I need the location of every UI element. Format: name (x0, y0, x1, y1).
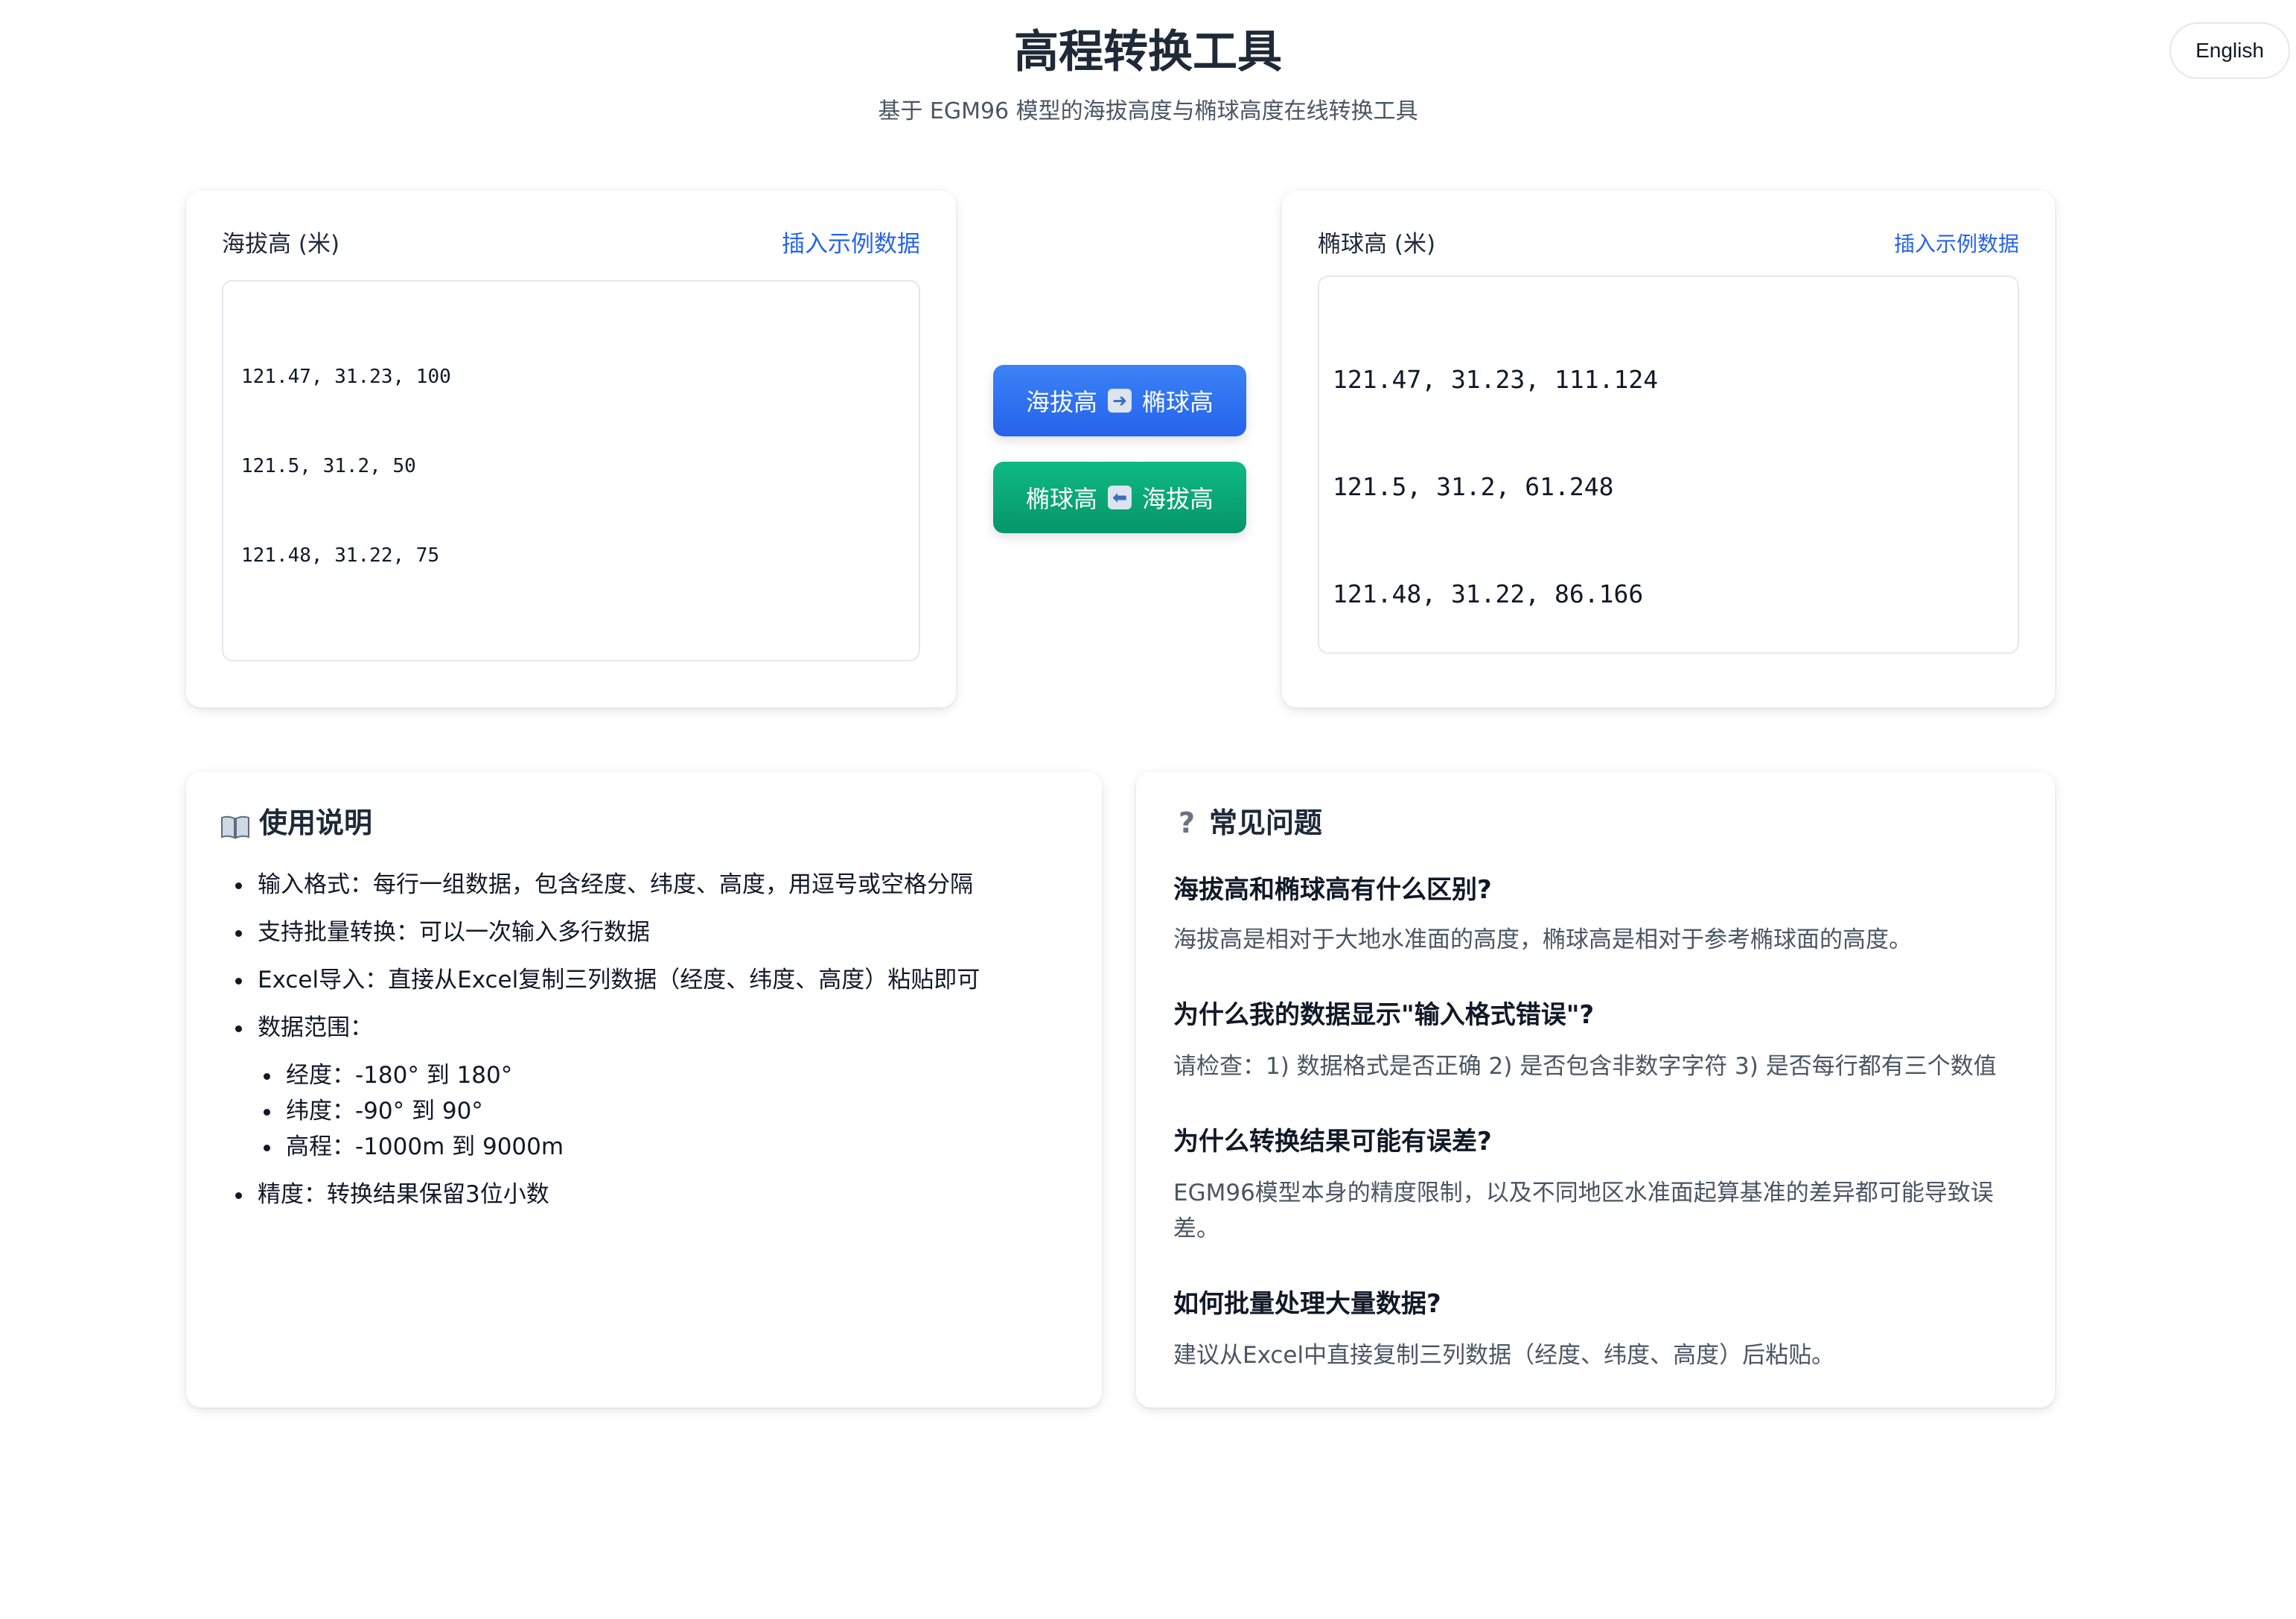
range-heading: 数据范围： (258, 1014, 373, 1041)
convert-to-ellipsoid-button[interactable]: 海拔高 ➜ 椭球高 (993, 365, 1246, 436)
faq-answer: 海拔高是相对于大地水准面的高度，椭球高是相对于参考椭球面的高度。 (1173, 926, 1912, 953)
book-icon (220, 810, 250, 839)
faq-question: 为什么我的数据显示"输入格式错误"? (1173, 1000, 1595, 1030)
instructions-card: 使用说明 输入格式：每行一组数据，包含经度、纬度、高度，用逗号或空格分隔 支持批… (186, 772, 1102, 1408)
instructions-list: 输入格式：每行一组数据，包含经度、纬度、高度，用逗号或空格分隔 支持批量转换：可… (229, 868, 1071, 1226)
faq-card: ? 常见问题 海拔高和椭球高有什么区别? 海拔高是相对于大地水准面的高度，椭球高… (1136, 772, 2055, 1408)
page: 高程转换工具 基于 EGM96 模型的海拔高度与椭球高度在线转换工具 Engli… (0, 0, 2296, 1619)
orthometric-input[interactable]: 121.47, 31.23, 100 121.5, 31.2, 50 121.4… (222, 280, 920, 661)
faq-question: 为什么转换结果可能有误差? (1173, 1127, 1492, 1157)
input-line: 121.47, 31.23, 100 (241, 366, 451, 388)
orthometric-label: 海拔高 (米) (222, 231, 340, 258)
list-item: 精度：转换结果保留3位小数 (229, 1178, 1071, 1211)
output-line: 121.5, 31.2, 61.248 (1333, 472, 1614, 501)
list-item: Excel导入：直接从Excel复制三列数据（经度、纬度、高度）粘贴即可 (229, 964, 1071, 996)
orthometric-card: 海拔高 (米) 插入示例数据 121.47, 31.23, 100 121.5,… (186, 191, 956, 707)
input-line: 121.5, 31.2, 50 (241, 455, 416, 477)
list-item: 经度：-180° 到 180° (258, 1059, 1071, 1092)
question-icon: ? (1178, 807, 1196, 839)
range-sublist: 经度：-180° 到 180° 纬度：-90° 到 90° 高程：-1000m … (258, 1059, 1071, 1163)
list-item: 数据范围： 经度：-180° 到 180° 纬度：-90° 到 90° 高程：-… (229, 1011, 1071, 1163)
faq-answer: 请检查：1) 数据格式是否正确 2) 是否包含非数字字符 3) 是否每行都有三个… (1173, 1053, 1997, 1080)
faq-answer: EGM96模型本身的精度限制，以及不同地区水准面起算基准的差异都可能导致误差。 (1173, 1180, 1994, 1242)
instructions-title: 使用说明 (220, 803, 372, 843)
button-label-to: 海拔高 (1142, 485, 1214, 513)
insert-sample-link-left[interactable]: 插入示例数据 (782, 228, 920, 261)
convert-to-orthometric-button[interactable]: 椭球高 ⬅ 海拔高 (993, 462, 1246, 533)
input-line: 121.48, 31.22, 75 (241, 544, 440, 567)
output-line: 121.47, 31.23, 111.124 (1333, 365, 1659, 394)
faq-title-text: 常见问题 (1209, 807, 1323, 839)
arrow-right-icon: ➜ (1108, 389, 1132, 413)
faq-title: ? 常见问题 (1173, 803, 1322, 843)
button-label-from: 椭球高 (1025, 485, 1097, 513)
instructions-title-text: 使用说明 (259, 807, 373, 839)
list-item: 输入格式：每行一组数据，包含经度、纬度、高度，用逗号或空格分隔 (229, 868, 1071, 901)
list-item: 支持批量转换：可以一次输入多行数据 (229, 916, 1071, 949)
list-item: 纬度：-90° 到 90° (258, 1095, 1071, 1127)
faq-answer: 建议从Excel中直接复制三列数据（经度、纬度、高度）后粘贴。 (1173, 1342, 1835, 1369)
output-line: 121.48, 31.22, 86.166 (1333, 579, 1644, 608)
arrow-left-icon: ⬅ (1108, 486, 1132, 509)
faq-question: 如何批量处理大量数据? (1173, 1289, 1441, 1319)
page-subtitle: 基于 EGM96 模型的海拔高度与椭球高度在线转换工具 (878, 98, 1418, 124)
button-label-from: 海拔高 (1025, 388, 1097, 416)
button-label-to: 椭球高 (1142, 388, 1214, 416)
ellipsoid-label: 椭球高 (米) (1318, 231, 1436, 258)
page-title: 高程转换工具 (1014, 26, 1282, 78)
ellipsoid-card: 椭球高 (米) 插入示例数据 121.47, 31.23, 111.124 12… (1282, 191, 2055, 707)
language-toggle-button[interactable]: English (2169, 22, 2290, 79)
faq-question: 海拔高和椭球高有什么区别? (1173, 875, 1492, 905)
ellipsoid-output[interactable]: 121.47, 31.23, 111.124 121.5, 31.2, 61.2… (1318, 276, 2019, 654)
list-item: 高程：-1000m 到 9000m (258, 1130, 1071, 1163)
insert-sample-link-right[interactable]: 插入示例数据 (1894, 228, 2019, 261)
